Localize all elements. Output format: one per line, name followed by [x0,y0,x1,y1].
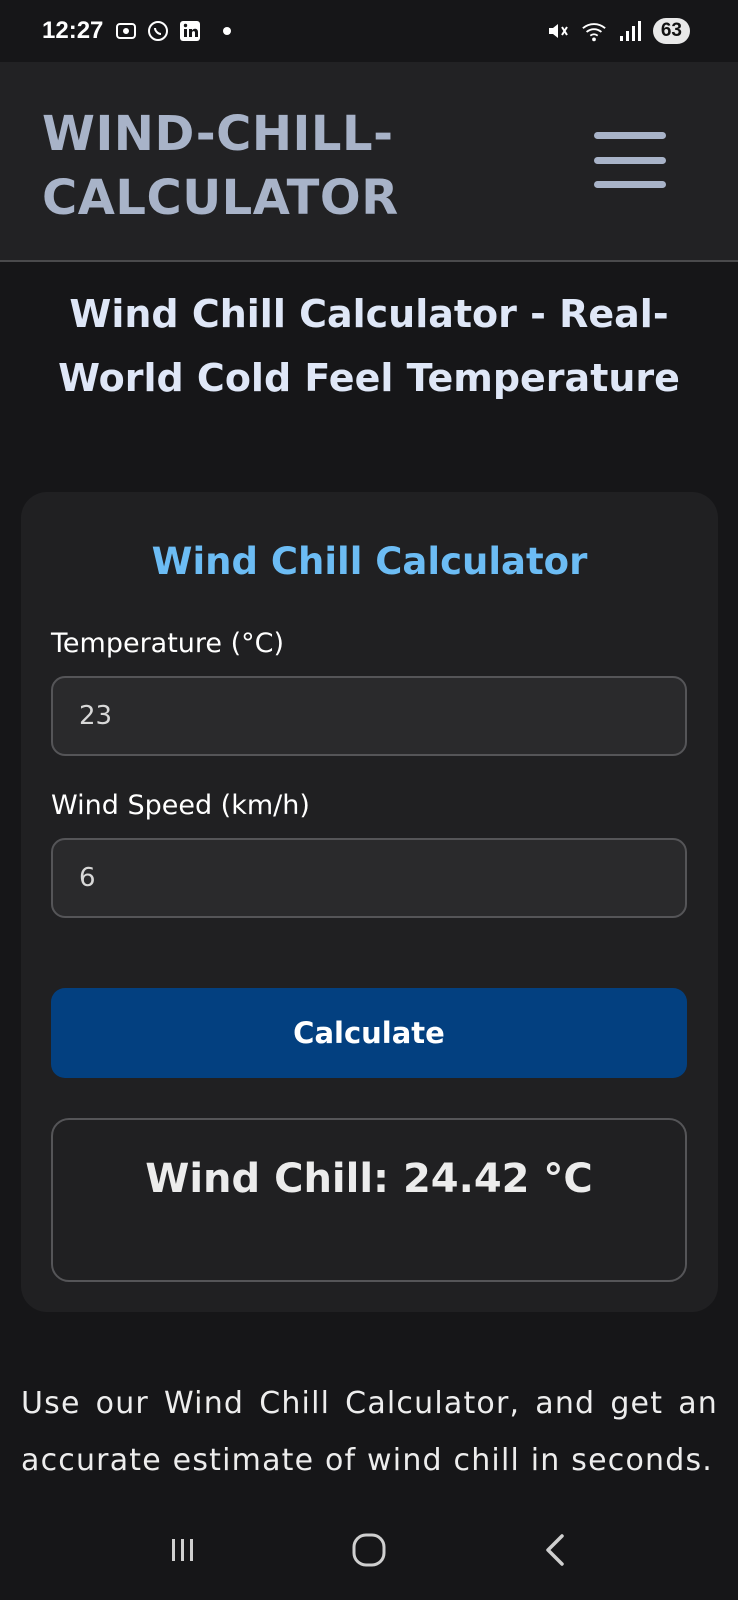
notification-dot-icon [223,27,232,35]
site-logo-text[interactable]: WIND-CHILL- CALCULATOR [42,102,399,230]
temperature-label: Temperature (°C) [51,628,285,659]
menu-bar-line [594,181,666,188]
menu-bar-line [594,156,666,164]
hamburger-menu-icon[interactable] [594,132,666,188]
recent-apps-icon[interactable] [153,1520,213,1580]
description-text: Use our Wind Chill Calculator, and get a… [21,1386,718,1478]
result-panel: Wind Chill: 24.42 °C [51,1118,687,1282]
calculator-title: Wind Chill Calculator [151,540,588,583]
status-time: 12:27 [42,17,104,44]
menu-bar-line [594,132,666,139]
status-bar: 12:27 63 [0,0,738,62]
linkedin-icon [177,18,203,44]
home-icon[interactable] [339,1520,399,1580]
back-icon[interactable] [525,1520,585,1580]
whatsapp-icon [145,18,171,44]
screen-record-icon [113,18,139,44]
wifi-icon [581,18,607,44]
calculate-button[interactable]: Calculate [51,988,687,1078]
calculator-card: Wind Chill Calculator Temperature (°C) W… [21,492,718,1312]
signal-icon [617,18,643,44]
battery-level: 63 [652,18,690,44]
wind-speed-input[interactable] [51,838,687,918]
temperature-input[interactable] [51,676,687,756]
page-title: Wind Chill Calculator - Real-World Cold … [58,292,680,400]
wind-chill-result: Wind Chill: 24.42 °C [145,1156,593,1202]
wind-speed-label: Wind Speed (km/h) [51,790,310,821]
system-nav-bar [0,1500,738,1600]
site-header: WIND-CHILL- CALCULATOR [0,62,738,262]
mute-icon [545,18,571,44]
